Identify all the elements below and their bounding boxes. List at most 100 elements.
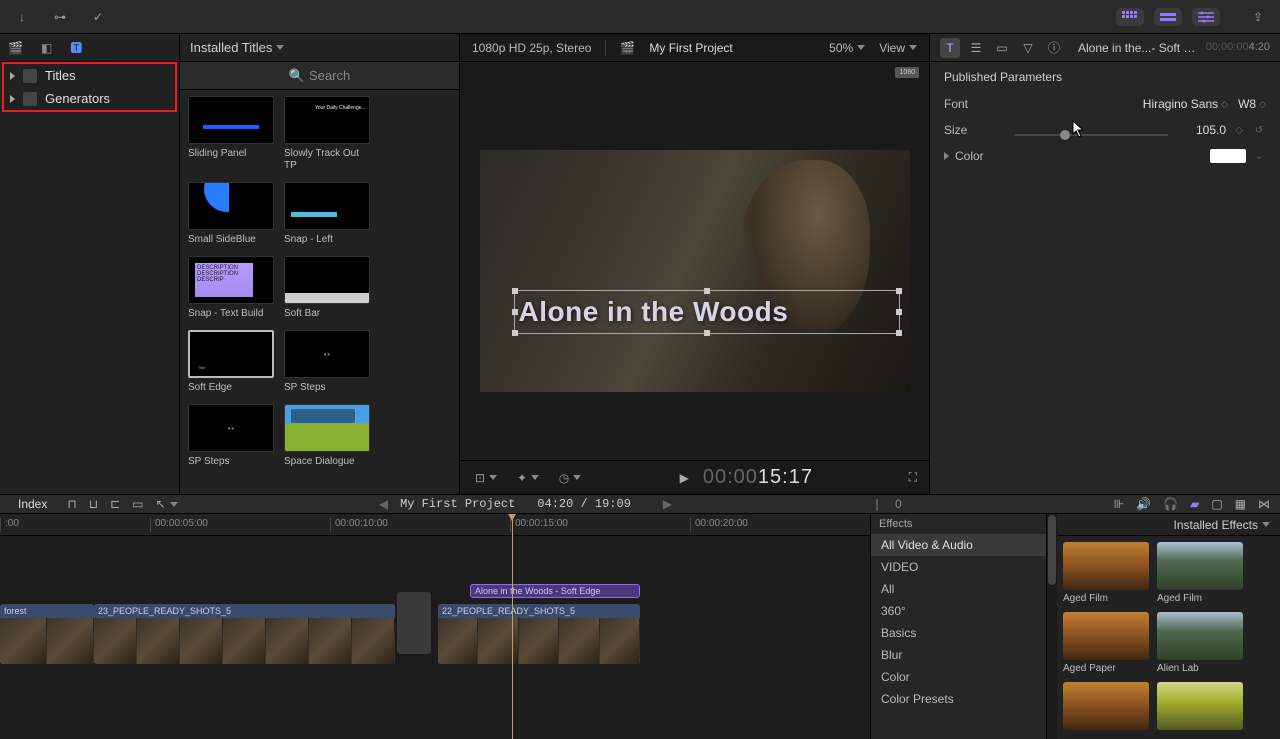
- effect-thumb[interactable]: [1157, 682, 1243, 733]
- inspector-layout-button[interactable]: [1192, 8, 1220, 26]
- text-inspector-tab[interactable]: T: [940, 38, 960, 58]
- title-thumb[interactable]: Snap - Left: [284, 182, 370, 246]
- timeline-layout-icon[interactable]: ▢: [1211, 497, 1222, 511]
- gap-clip[interactable]: [397, 592, 431, 654]
- title-text-overlay[interactable]: Alone in the Woods: [515, 296, 789, 328]
- playhead[interactable]: [512, 514, 513, 739]
- view-dropdown[interactable]: View: [879, 41, 917, 55]
- title-thumb[interactable]: Your Daily Challenge...Slowly Track Out …: [284, 96, 370, 172]
- crop-tool-icon[interactable]: ⊡: [472, 467, 500, 489]
- fullscreen-icon[interactable]: ⛶: [909, 470, 917, 485]
- titles-generators-icon[interactable]: 🆃: [70, 39, 82, 56]
- effects-category-item[interactable]: VIDEO: [871, 556, 1046, 578]
- keyframe-icon[interactable]: ◇: [1232, 123, 1246, 137]
- play-icon[interactable]: ▶: [680, 471, 689, 485]
- video-clip[interactable]: forest: [0, 604, 94, 664]
- append-tool-icon[interactable]: ⊏: [110, 497, 120, 511]
- bg-tasks-icon[interactable]: ✓: [84, 6, 112, 28]
- category-tile-icon: [23, 92, 37, 106]
- effect-thumb[interactable]: [1063, 682, 1149, 733]
- effect-thumb[interactable]: Aged Film: [1157, 542, 1243, 604]
- effects-category-item[interactable]: Color Presets: [871, 688, 1046, 710]
- index-button[interactable]: Index: [10, 495, 55, 513]
- zoom-dropdown[interactable]: 50%: [829, 41, 865, 55]
- reset-icon[interactable]: ↺: [1252, 123, 1266, 137]
- sidebar-item-label: Generators: [45, 91, 110, 106]
- video-clip[interactable]: 23_PEOPLE_READY_SHOTS_5: [94, 604, 395, 664]
- audio-skimming-icon[interactable]: 🔊: [1136, 497, 1151, 511]
- title-thumb[interactable]: ■ ■SP Steps: [188, 404, 274, 468]
- audio-meter-label: | 0: [873, 497, 901, 512]
- effects-browser-icon[interactable]: ▦: [1235, 497, 1246, 511]
- browser-layout-button[interactable]: [1116, 8, 1144, 26]
- video-clip[interactable]: 22_PEOPLE_READY_SHOTS_5: [438, 604, 640, 664]
- viewer-canvas[interactable]: Alone in the Woods: [480, 150, 910, 392]
- effect-thumb[interactable]: Aged Film: [1063, 542, 1149, 604]
- scrollbar-thumb[interactable]: [1048, 515, 1056, 585]
- title-thumb[interactable]: Sliding Panel: [188, 96, 274, 172]
- effects-category-item[interactable]: All: [871, 578, 1046, 600]
- title-inspector-tab[interactable]: ▭: [992, 38, 1012, 58]
- photos-icon[interactable]: ◧: [41, 41, 52, 55]
- inspector-duration: 00:00:004:20: [1206, 41, 1270, 54]
- info-inspector-tab[interactable]: ⓘ: [1044, 38, 1064, 58]
- insert-tool-icon[interactable]: ⊔: [89, 497, 98, 511]
- sidebar-item-titles[interactable]: Titles: [4, 64, 175, 87]
- retime-tool-icon[interactable]: ◷: [556, 467, 584, 489]
- viewer-panel: 1080p HD 25p, Stereo 🎬 My First Project …: [460, 34, 930, 494]
- clapperboard-small-icon: 🎬: [620, 41, 635, 55]
- timeline-layout-button[interactable]: [1154, 8, 1182, 26]
- effects-category-item[interactable]: All Video & Audio: [871, 534, 1046, 556]
- color-dropdown-icon[interactable]: ⌄: [1252, 149, 1266, 163]
- sidebar-item-label: Titles: [45, 68, 76, 83]
- title-thumb[interactable]: Soft Bar: [284, 256, 370, 320]
- effect-thumb[interactable]: Alien Lab: [1157, 612, 1243, 674]
- ruler-tick: 00:00:10:00: [330, 518, 388, 532]
- category-tile-icon: [23, 69, 37, 83]
- sidebar-item-generators[interactable]: Generators: [4, 87, 175, 110]
- snap-icon[interactable]: ▰: [1190, 497, 1199, 511]
- video-inspector-tab[interactable]: ☰: [966, 38, 986, 58]
- transitions-browser-icon[interactable]: ⋈: [1258, 497, 1270, 511]
- share-icon[interactable]: ⇪: [1244, 6, 1272, 28]
- import-icon[interactable]: ↓: [8, 6, 36, 28]
- effects-category-item[interactable]: Color: [871, 666, 1046, 688]
- keyword-icon[interactable]: ⊶: [46, 6, 74, 28]
- clapperboard-icon[interactable]: 🎬: [8, 41, 23, 55]
- search-input[interactable]: Search: [309, 68, 350, 83]
- browser-header-dropdown[interactable]: Installed Titles: [190, 40, 284, 55]
- title-thumb[interactable]: DESCRIPTION DESCRIPTION DESCRIPSnap - Te…: [188, 256, 274, 320]
- effects-category-item[interactable]: 360°: [871, 600, 1046, 622]
- prev-edit-icon[interactable]: ◀: [379, 497, 388, 511]
- next-edit-icon[interactable]: ▶: [663, 497, 672, 511]
- solo-icon[interactable]: 🎧: [1163, 497, 1178, 511]
- color-swatch[interactable]: [1210, 149, 1246, 163]
- title-thumb[interactable]: Space Dialogue: [284, 404, 370, 468]
- title-bounding-box[interactable]: Alone in the Woods: [514, 290, 900, 334]
- library-sidebar: 🎬 ◧ 🆃 Titles Generators: [0, 34, 180, 494]
- connect-tool-icon[interactable]: ⊓: [67, 497, 76, 511]
- timeline[interactable]: :0000:00:05:0000:00:10:0000:00:15:0000:0…: [0, 514, 870, 739]
- installed-effects-dropdown[interactable]: Installed Effects: [1174, 518, 1271, 532]
- overwrite-tool-icon[interactable]: ▭: [132, 497, 143, 511]
- title-thumb[interactable]: Small SideBlue: [188, 182, 274, 246]
- inspector-clip-name: Alone in the...- Soft Edge: [1078, 41, 1200, 55]
- sidebar-highlight-box: Titles Generators: [2, 62, 177, 112]
- title-clip[interactable]: Alone in the Woods - Soft Edge: [470, 584, 640, 598]
- title-thumb[interactable]: ■ ■SP Steps: [284, 330, 370, 394]
- arrow-tool-dropdown[interactable]: ↖: [156, 497, 178, 511]
- skimming-icon[interactable]: ⊪: [1114, 497, 1124, 511]
- viewer-timecode: 00:0015:17: [703, 466, 813, 490]
- effects-category-item[interactable]: Basics: [871, 622, 1046, 644]
- size-slider[interactable]: [1014, 134, 1168, 136]
- font-weight-dropdown[interactable]: W8: [1238, 97, 1266, 111]
- font-family-dropdown[interactable]: Hiragino Sans: [1143, 97, 1228, 111]
- disclosure-triangle-icon[interactable]: [944, 152, 949, 160]
- enhance-tool-icon[interactable]: ✦: [514, 467, 542, 489]
- effect-thumb[interactable]: Aged Paper: [1063, 612, 1149, 674]
- title-thumb-selected[interactable]: TitleSoft Edge: [188, 330, 274, 394]
- size-value-field[interactable]: 105.0: [1168, 123, 1226, 137]
- generator-inspector-tab[interactable]: ▽: [1018, 38, 1038, 58]
- effects-category-item[interactable]: Blur: [871, 644, 1046, 666]
- timeline-ruler[interactable]: :0000:00:05:0000:00:10:0000:00:15:0000:0…: [0, 514, 870, 536]
